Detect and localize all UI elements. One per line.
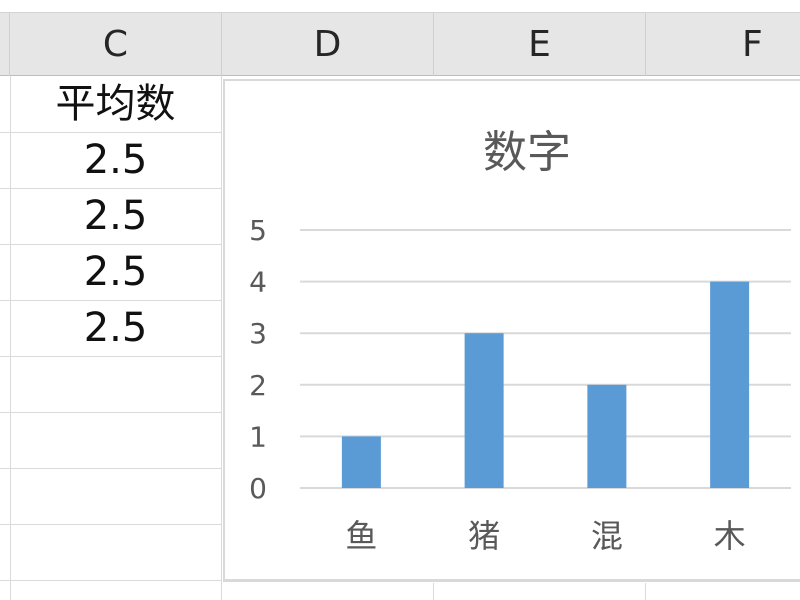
top-strip [0, 0, 800, 12]
cell-c-average[interactable]: 2.5 [10, 244, 221, 299]
chart-canvas: 数字 0 1 2 3 4 5 鱼 猪 混 木 [249, 127, 791, 555]
chart-y-axis-labels: 0 1 2 3 4 5 [249, 214, 267, 505]
y-tick-label: 5 [249, 214, 267, 247]
cell-c-header[interactable]: 平均数 [10, 76, 221, 131]
y-tick-label: 0 [249, 472, 267, 505]
column-border-d-e [433, 583, 434, 600]
column-header-c[interactable]: C [10, 13, 222, 76]
row-border [0, 580, 222, 581]
bar-2[interactable] [464, 333, 504, 488]
y-tick-label: 4 [249, 266, 267, 299]
bar-1[interactable] [341, 436, 381, 488]
y-tick-label: 2 [249, 369, 267, 402]
column-header-e[interactable]: E [434, 13, 646, 76]
column-header-f[interactable]: F [646, 13, 800, 76]
x-category-label: 混 [591, 517, 623, 555]
column-border-e-f [645, 583, 646, 600]
column-border-c-d [221, 76, 222, 600]
bar-chart-object[interactable]: 数字 0 1 2 3 4 5 鱼 猪 混 木 [223, 79, 800, 582]
chart-title[interactable]: 数字 [483, 127, 571, 178]
cell-c-average[interactable]: 2.5 [10, 300, 221, 355]
bar-3[interactable] [587, 384, 627, 488]
cell-c-average[interactable]: 2.5 [10, 132, 221, 187]
column-header-row: C D E F [0, 12, 800, 76]
x-category-label: 猪 [468, 517, 500, 555]
cell-c-empty[interactable] [10, 412, 221, 467]
y-tick-label: 3 [249, 317, 267, 350]
cell-c-empty[interactable] [10, 468, 221, 523]
column-header-b-partial[interactable] [0, 13, 10, 76]
cell-c-average[interactable]: 2.5 [10, 188, 221, 243]
cell-c-empty[interactable] [10, 524, 221, 579]
grid-below-chart [223, 583, 800, 600]
cell-c-empty[interactable] [10, 356, 221, 411]
column-header-d[interactable]: D [222, 13, 434, 76]
x-category-label: 木 [714, 517, 746, 555]
x-category-label: 鱼 [345, 517, 377, 555]
spreadsheet-window: C D E F 平均数 2.5 2.5 2.5 2.5 数字 0 1 2 3 4 5 鱼 猪 [0, 0, 800, 600]
y-tick-label: 1 [249, 420, 267, 453]
bar-4[interactable] [710, 281, 750, 488]
chart-x-axis-labels: 鱼猪混木 [345, 517, 745, 555]
